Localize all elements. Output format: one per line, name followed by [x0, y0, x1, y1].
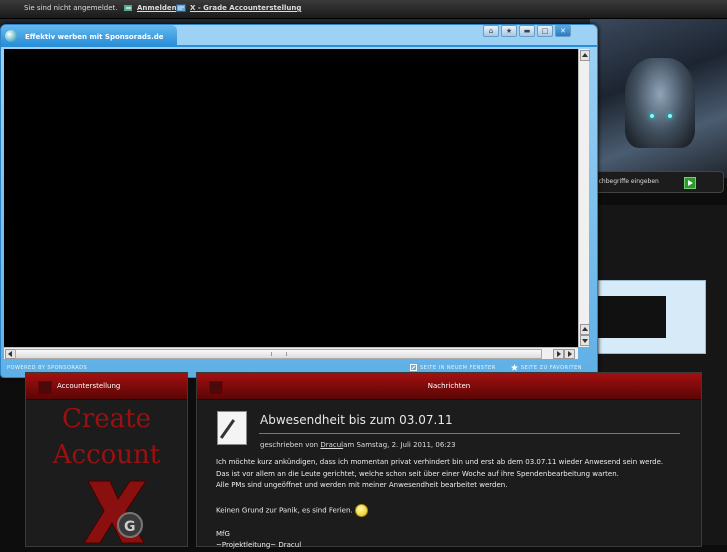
scroll-page-up-button[interactable]: [580, 324, 590, 335]
glowing-eye: [650, 114, 654, 118]
login-status: Sie sind nicht angemeldet.: [24, 4, 118, 12]
close-button[interactable]: ✕: [555, 25, 571, 37]
horizontal-scroll-thumb[interactable]: [15, 349, 542, 359]
minimize-button[interactable]: ▬: [519, 25, 535, 37]
meta-suffix: am Samstag, 2. Juli 2011, 06:23: [343, 441, 456, 449]
account-creation-link[interactable]: X - Grade Accounterstellung: [190, 4, 301, 12]
top-bar: Sie sind nicht angemeldet. Anmelden X - …: [0, 0, 727, 19]
post-body: Ich möchte kurz ankündigen, dass ich mom…: [216, 457, 686, 552]
search-go-button[interactable]: [684, 177, 696, 189]
account-box-header: Accounterstellung: [26, 373, 187, 400]
body-line: Ich möchte kurz ankündigen, dass ich mom…: [216, 458, 664, 466]
powered-by-label: POWERED BY SPONSORADS: [7, 365, 88, 371]
popup-title: Effektiv werben mit Sponsorads.de: [25, 33, 164, 41]
favorites-link[interactable]: SEITE ZU FAVORITEN: [521, 365, 582, 371]
skull-icon: [38, 381, 52, 395]
search-input[interactable]: Suchbegriffe eingeben: [591, 178, 659, 185]
svg-text:G: G: [124, 519, 136, 535]
xg-logo-icon: G: [83, 480, 147, 544]
popup-controls: ⌂ ★ ▬ □ ✕: [483, 25, 571, 37]
sidebar-ad-box: [592, 280, 706, 354]
body-line: MfG: [216, 529, 230, 538]
star-icon: [511, 364, 518, 371]
globe-icon: [5, 30, 17, 42]
new-window-link[interactable]: SEITE IN NEUEM FENSTER: [420, 365, 496, 371]
news-box-header: Nachrichten: [197, 373, 701, 400]
vertical-scrollbar[interactable]: [578, 49, 590, 347]
post-meta: geschrieben von Draculam Samstag, 2. Jul…: [260, 441, 456, 449]
smiley-icon: [354, 503, 368, 517]
account-creation-box: Accounterstellung Create Account G: [25, 372, 188, 547]
header-artwork: [590, 18, 727, 178]
body-line: Das ist vor allem an die Leute gerichtet…: [216, 469, 619, 478]
favorite-icon[interactable]: ★: [501, 25, 517, 37]
author-link[interactable]: Dracul: [320, 441, 343, 449]
post-title[interactable]: Abwesendheit bis zum 03.07.11: [260, 413, 453, 427]
body-line: Keinen Grund zur Panik, es sind Ferien.: [216, 506, 353, 514]
new-window-icon: [410, 364, 417, 371]
news-box: Nachrichten Abwesendheit bis zum 03.07.1…: [196, 372, 702, 549]
scroll-right-button[interactable]: [553, 349, 564, 359]
scroll-grip: [271, 352, 287, 356]
sidebar-ad-image: [598, 296, 666, 338]
glowing-eye: [668, 114, 672, 118]
register-icon: [176, 4, 186, 12]
create-account-banner[interactable]: Create Account: [26, 401, 187, 473]
popup-divider: [1, 45, 597, 47]
scroll-up-button[interactable]: [580, 50, 590, 61]
account-line: Account: [52, 440, 161, 470]
meta-prefix: geschrieben von: [260, 441, 319, 449]
armored-figure: [625, 58, 695, 148]
body-line-with-smiley: Keinen Grund zur Panik, es sind Ferien.: [216, 503, 686, 517]
create-line: Create: [61, 404, 152, 434]
post-divider: [259, 433, 680, 434]
scroll-right-end-button[interactable]: [564, 349, 575, 359]
scroll-down-button[interactable]: [580, 335, 590, 346]
home-icon[interactable]: ⌂: [483, 25, 499, 37]
body-line: ~Projektleitung~ Dracul: [216, 541, 302, 549]
account-box-title: Accounterstellung: [57, 382, 121, 390]
sponsorads-popup: Effektiv werben mit Sponsorads.de ⌂ ★ ▬ …: [0, 24, 598, 378]
horizontal-scrollbar[interactable]: [4, 347, 578, 359]
news-box-title: Nachrichten: [427, 382, 471, 390]
login-link[interactable]: Anmelden: [137, 4, 177, 12]
post-pencil-icon: [217, 411, 247, 445]
login-icon: [124, 5, 132, 11]
maximize-button[interactable]: □: [537, 25, 553, 37]
ad-content-area: [4, 49, 578, 347]
body-line: Alle PMs sind ungeöffnet und werden mit …: [216, 481, 508, 489]
